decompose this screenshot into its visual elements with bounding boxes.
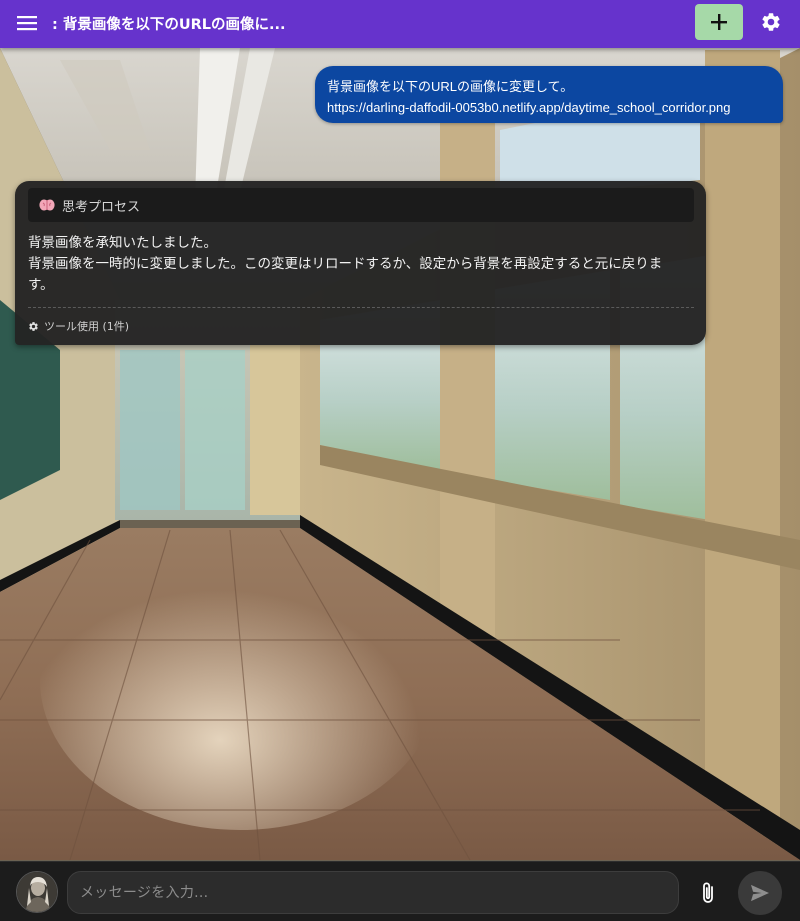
send-button[interactable] (738, 871, 782, 915)
paperclip-icon (703, 882, 713, 903)
settings-button[interactable] (756, 7, 786, 37)
user-message-url: https://darling-daffodil-0053b0.netlify.… (327, 100, 731, 115)
reply-line: す。 (28, 277, 54, 293)
menu-button[interactable] (10, 8, 44, 38)
avatar[interactable] (16, 871, 58, 913)
input-bar (0, 861, 800, 921)
tool-usage-toggle[interactable]: ツール使用 (1件) (28, 318, 129, 334)
tool-usage-label: ツール使用 (1件) (44, 320, 130, 333)
reply-line: 背景画像を一時的に変更しました。この変更はリロードするか、設定から背景を再設定す… (28, 256, 663, 272)
thinking-process-label: 思考プロセス (62, 199, 141, 215)
new-chat-button[interactable] (695, 4, 743, 40)
avatar-image (17, 872, 57, 912)
send-icon (751, 884, 769, 902)
divider (28, 307, 694, 308)
user-message-line: 背景画像を以下のURLの画像に変更して。 (327, 79, 574, 94)
assistant-message-bubble: 思考プロセス 背景画像を承知いたしました。 背景画像を一時的に変更しました。この… (15, 181, 706, 345)
reply-line: 背景画像を承知いたしました。 (28, 235, 217, 251)
attach-button[interactable] (694, 879, 722, 907)
brain-icon (39, 199, 55, 211)
user-message-bubble: 背景画像を以下のURLの画像に変更して。 https://darling-daf… (315, 66, 783, 123)
assistant-reply-text: 背景画像を承知いたしました。 背景画像を一時的に変更しました。この変更はリロード… (28, 233, 696, 296)
chat-title: : 背景画像を以下のURLの画像に... (52, 17, 286, 33)
app-header: : 背景画像を以下のURLの画像に... (0, 0, 800, 48)
thinking-process-toggle[interactable]: 思考プロセス (28, 188, 694, 222)
hamburger-menu-icon (17, 16, 37, 31)
plus-icon (711, 14, 727, 30)
gear-icon (29, 321, 38, 331)
background-image (0, 48, 800, 861)
gear-icon (762, 13, 780, 31)
message-input[interactable] (67, 871, 679, 914)
